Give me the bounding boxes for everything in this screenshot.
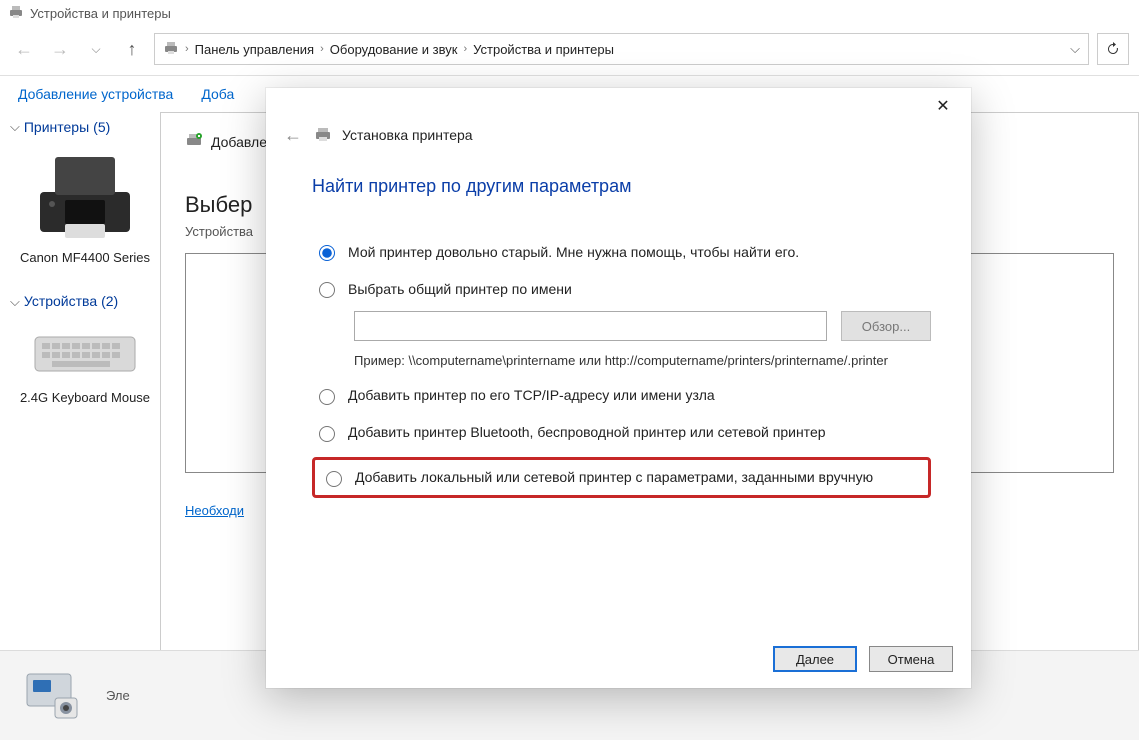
- address-bar[interactable]: › Панель управления › Оборудование и зву…: [154, 33, 1089, 65]
- breadcrumb-sep-icon: ›: [185, 43, 189, 55]
- radio-manual-printer[interactable]: [326, 471, 342, 487]
- dialog-back-button[interactable]: ←: [282, 124, 304, 146]
- device-item-keyboard[interactable]: 2.4G Keyboard Mouse: [15, 324, 155, 407]
- breadcrumb-item[interactable]: Устройства и принтеры: [473, 42, 614, 57]
- option-bluetooth-printer[interactable]: Добавить принтер Bluetooth, беспроводной…: [312, 418, 931, 447]
- refresh-icon: [1105, 41, 1121, 57]
- group-devices[interactable]: Устройства (2): [10, 287, 160, 316]
- printer-icon: [314, 125, 332, 146]
- dialog-title: Установка принтера: [342, 127, 473, 143]
- option-label: Добавить принтер Bluetooth, беспроводной…: [348, 424, 826, 440]
- printer-icon: [25, 149, 145, 244]
- radio-shared-printer[interactable]: [319, 282, 335, 298]
- device-status-icon: [18, 664, 88, 728]
- printer-add-icon: [185, 131, 203, 152]
- radio-old-printer[interactable]: [319, 245, 335, 261]
- radio-tcpip-printer[interactable]: [319, 389, 335, 405]
- devices-printers-icon: [163, 40, 179, 59]
- devices-printers-icon: [8, 4, 24, 23]
- status-label: Эле: [106, 688, 130, 703]
- help-link[interactable]: Необходи: [185, 503, 244, 518]
- breadcrumb-item[interactable]: Оборудование и звук: [330, 42, 458, 57]
- close-button[interactable]: ✕: [923, 91, 963, 121]
- chevron-down-icon: [10, 293, 20, 310]
- breadcrumb-item[interactable]: Панель управления: [195, 42, 314, 57]
- device-label: Canon MF4400 Series: [15, 250, 155, 267]
- device-label: 2.4G Keyboard Mouse: [15, 390, 155, 407]
- group-count: (2): [101, 293, 118, 309]
- keyboard-icon: [25, 324, 145, 384]
- group-count: (5): [93, 119, 110, 135]
- option-label: Добавить локальный или сетевой принтер с…: [355, 469, 873, 485]
- history-chevron-icon[interactable]: ⌵: [82, 35, 110, 63]
- option-label: Добавить принтер по его TCP/IP-адресу ил…: [348, 387, 715, 403]
- breadcrumb-sep-icon: ›: [320, 43, 324, 55]
- refresh-button[interactable]: [1097, 33, 1129, 65]
- option-manual-printer[interactable]: Добавить локальный или сетевой принтер с…: [312, 457, 931, 498]
- next-button[interactable]: Далее: [773, 646, 857, 672]
- forward-button[interactable]: →: [46, 35, 74, 63]
- option-tcpip-printer[interactable]: Добавить принтер по его TCP/IP-адресу ил…: [312, 381, 931, 410]
- device-list-sidebar: Принтеры (5) Canon MF4400 Series Устройс…: [0, 112, 160, 732]
- shared-printer-path-input[interactable]: [354, 311, 827, 341]
- nav-bar: ← → ⌵ ↑ › Панель управления › Оборудован…: [0, 27, 1139, 76]
- up-button[interactable]: ↑: [118, 35, 146, 63]
- window-title: Устройства и принтеры: [30, 6, 171, 21]
- option-label: Мой принтер довольно старый. Мне нужна п…: [348, 244, 799, 260]
- title-bar: Устройства и принтеры: [0, 0, 1139, 27]
- add-printer-link[interactable]: Доба: [201, 86, 234, 102]
- device-item-printer[interactable]: Canon MF4400 Series: [15, 149, 155, 267]
- chevron-down-icon: [10, 118, 20, 135]
- example-text: Пример: \\computername\printername или h…: [354, 351, 931, 371]
- back-button[interactable]: ←: [10, 35, 38, 63]
- option-shared-printer[interactable]: Выбрать общий принтер по имени: [312, 274, 931, 303]
- browse-button[interactable]: Обзор...: [841, 311, 931, 341]
- group-label: Устройства: [24, 293, 97, 309]
- group-printers[interactable]: Принтеры (5): [10, 112, 160, 141]
- option-label: Выбрать общий принтер по имени: [348, 281, 572, 297]
- breadcrumb-sep-icon: ›: [463, 43, 467, 55]
- add-device-link[interactable]: Добавление устройства: [18, 86, 173, 102]
- arrow-left-icon: ←: [284, 125, 302, 146]
- radio-bluetooth-printer[interactable]: [319, 426, 335, 442]
- option-old-printer[interactable]: Мой принтер довольно старый. Мне нужна п…: [312, 237, 931, 266]
- add-printer-dialog: ✕ ← Установка принтера Найти принтер по …: [266, 88, 971, 688]
- dialog-heading: Найти принтер по другим параметрам: [312, 176, 931, 197]
- cancel-button[interactable]: Отмена: [869, 646, 953, 672]
- address-dropdown-icon[interactable]: ⌵: [1070, 41, 1080, 57]
- group-label: Принтеры: [24, 119, 89, 135]
- close-icon: ✕: [936, 96, 949, 116]
